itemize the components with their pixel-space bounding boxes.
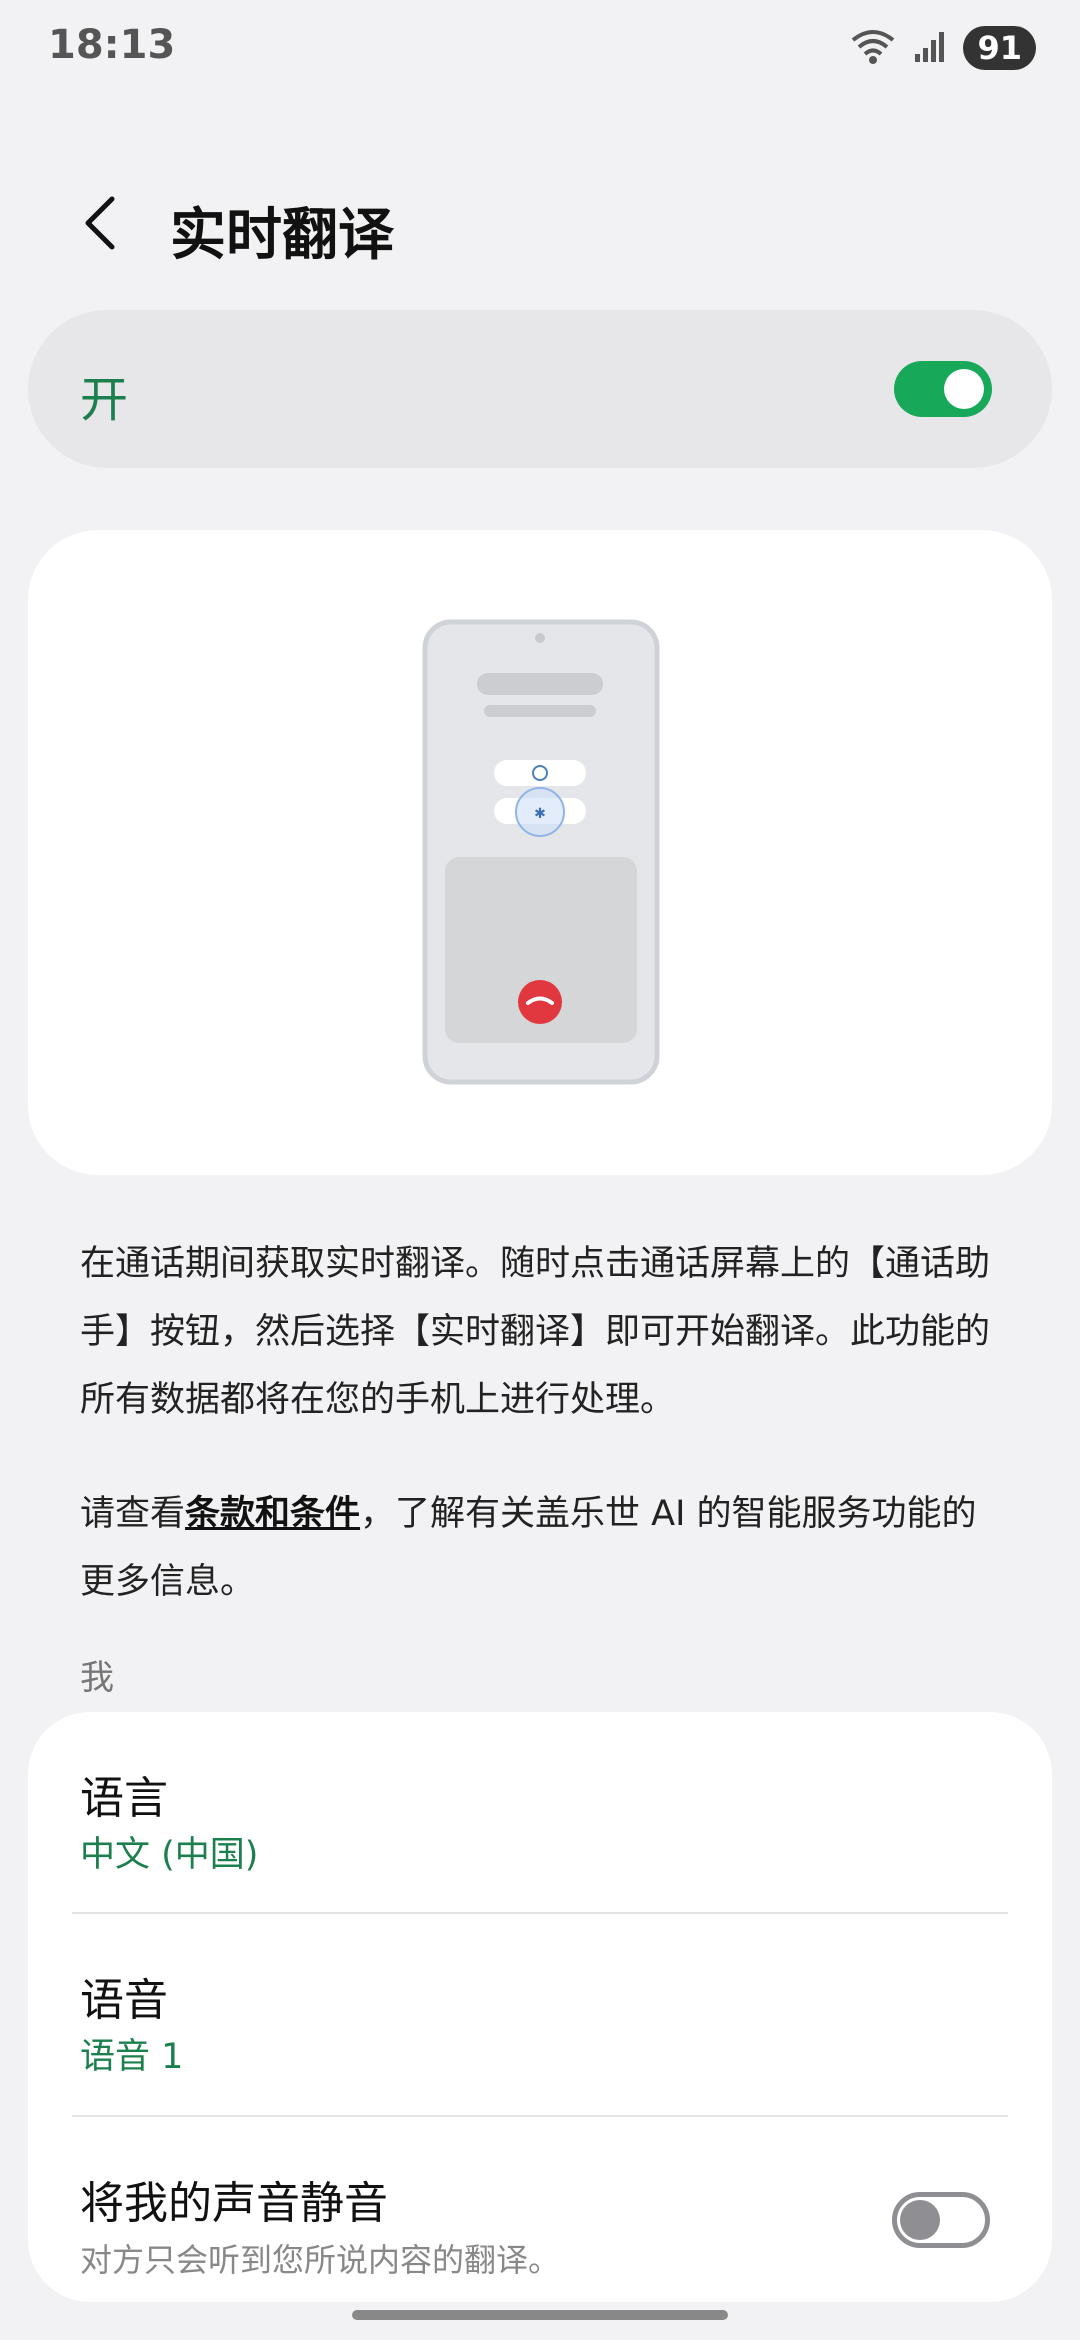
chevron-left-icon [85, 196, 115, 250]
toggle-knob [900, 2200, 940, 2240]
terms-text-before: 请查看 [80, 1494, 186, 1534]
app-header: 实时翻译 [0, 180, 1080, 270]
master-switch-row[interactable]: 开 [28, 310, 1052, 468]
settings-card: 语言 中文 (中国) 语音 语音 1 将我的声音静音 对方只会听到您所说内容的翻… [28, 1712, 1052, 2302]
mute-subtitle: 对方只会听到您所说内容的翻译。 [80, 2241, 561, 2279]
status-time: 18:13 [48, 22, 176, 68]
master-switch-label: 开 [80, 372, 129, 428]
description-paragraph: 在通话期间获取实时翻译。随时点击通话屏幕上的【通话助手】按钮，然后选择【实时翻译… [80, 1244, 991, 1420]
terms-link[interactable]: 条款和条件 [185, 1494, 360, 1534]
illustration-card: ✱ [28, 530, 1052, 1175]
section-label-me: 我 [80, 1658, 114, 1698]
terms-paragraph: 请查看条款和条件，了解有关盖乐世 AI 的智能服务功能的更多信息。 [80, 1480, 1000, 1616]
battery-indicator: 91 [963, 26, 1036, 70]
voice-setting[interactable]: 语音 语音 1 [28, 1914, 1052, 2114]
status-icons: 91 [849, 26, 1036, 70]
voice-value: 语音 1 [80, 2037, 184, 2077]
mute-setting[interactable]: 将我的声音静音 对方只会听到您所说内容的翻译。 [28, 2117, 1052, 2302]
toggle-knob [944, 369, 984, 409]
status-bar: 18:13 91 [0, 0, 1080, 100]
page-title: 实时翻译 [170, 203, 394, 268]
language-title: 语言 [80, 1773, 168, 1824]
back-button[interactable] [70, 188, 130, 258]
mute-title: 将我的声音静音 [80, 2178, 388, 2229]
master-toggle[interactable] [894, 361, 992, 417]
mute-toggle[interactable] [892, 2192, 990, 2248]
voice-title: 语音 [80, 1975, 168, 2026]
end-call-icon [518, 980, 562, 1024]
signal-icon [913, 28, 947, 68]
language-setting[interactable]: 语言 中文 (中国) [28, 1712, 1052, 1912]
home-indicator[interactable] [352, 2310, 728, 2320]
phone-call-illustration: ✱ [422, 619, 660, 1085]
svg-text:✱: ✱ [534, 806, 546, 822]
wifi-icon [849, 26, 897, 70]
language-value: 中文 (中国) [80, 1835, 259, 1875]
